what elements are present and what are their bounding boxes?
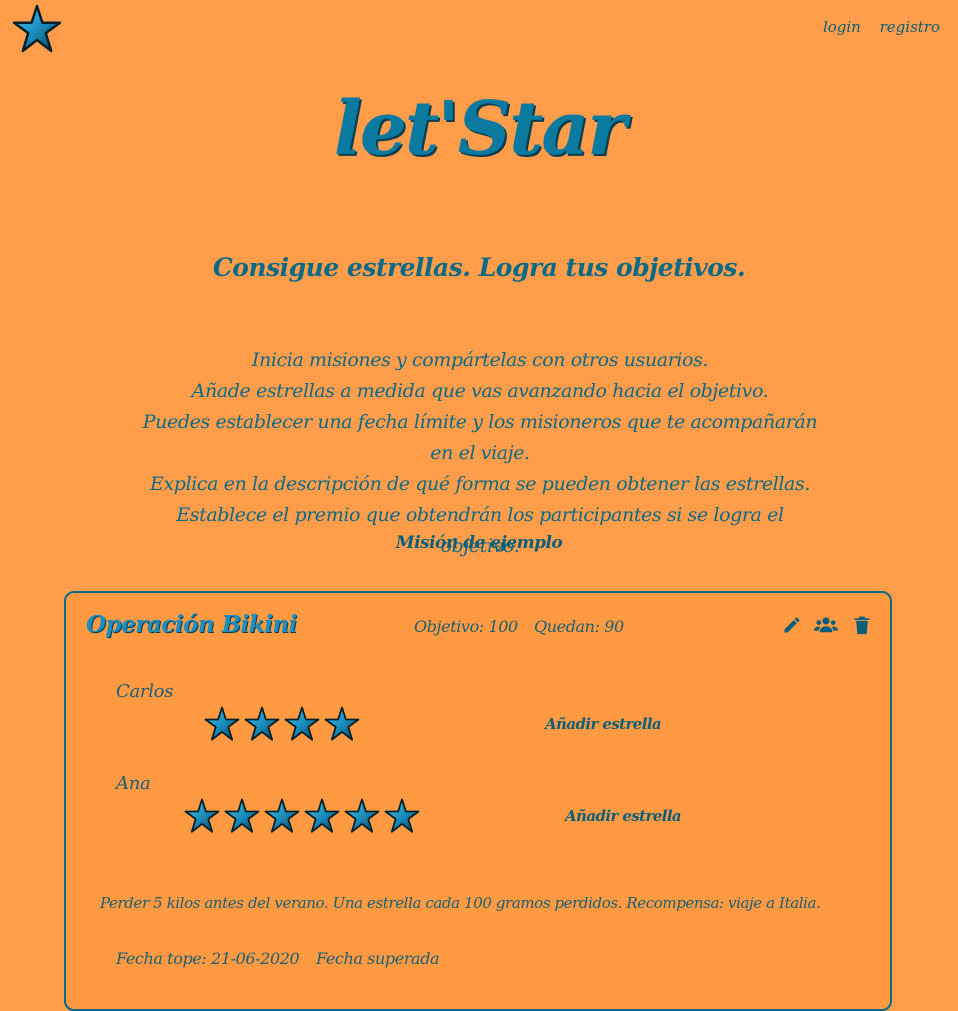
star-icon	[344, 798, 380, 834]
intro-text: Inicia misiones y compártelas con otros …	[140, 345, 820, 562]
star-icon	[384, 798, 420, 834]
example-mission-label: Misión de ejemplo	[395, 533, 563, 553]
star-icon	[224, 798, 260, 834]
tagline: Consigue estrellas. Logra tus objetivos.	[212, 253, 746, 282]
participant-stars	[204, 706, 364, 742]
mission-card: Operación Bikini Objetivo: 100 Quedan: 9…	[64, 591, 892, 1011]
intro-line: Inicia misiones y compártelas con otros …	[251, 349, 709, 371]
star-icon	[324, 706, 360, 742]
mission-deadline: Fecha tope: 21-06-2020	[116, 949, 300, 968]
mission-goal: Objetivo: 100	[414, 617, 518, 636]
logo-star-icon[interactable]	[12, 4, 62, 54]
intro-line: Añade estrellas a medida que vas avanzan…	[191, 380, 769, 402]
star-icon	[204, 706, 240, 742]
mission-description: Perder 5 kilos antes del verano. Una est…	[100, 894, 821, 912]
star-icon	[184, 798, 220, 834]
add-star-button[interactable]: Añadir estrella	[545, 715, 662, 733]
star-icon	[284, 706, 320, 742]
star-icon	[304, 798, 340, 834]
pencil-icon[interactable]	[782, 615, 802, 635]
brand-title: let'Star	[333, 86, 627, 172]
intro-line: Puedes establecer una fecha límite y los…	[142, 411, 818, 464]
mission-remaining: Quedan: 90	[534, 617, 624, 636]
users-icon[interactable]	[814, 615, 838, 635]
register-link[interactable]: registro	[880, 18, 940, 36]
top-nav: login registro	[809, 18, 940, 36]
star-icon	[244, 706, 280, 742]
star-icon	[264, 798, 300, 834]
participant-stars	[184, 798, 424, 834]
login-link[interactable]: login	[823, 18, 861, 36]
participant-name: Carlos	[116, 681, 174, 702]
add-star-button[interactable]: Añadir estrella	[565, 807, 682, 825]
mission-achieved: Fecha superada	[316, 949, 440, 968]
mission-title[interactable]: Operación Bikini	[86, 611, 297, 638]
participant-name: Ana	[116, 773, 151, 794]
trash-icon[interactable]	[852, 615, 872, 635]
